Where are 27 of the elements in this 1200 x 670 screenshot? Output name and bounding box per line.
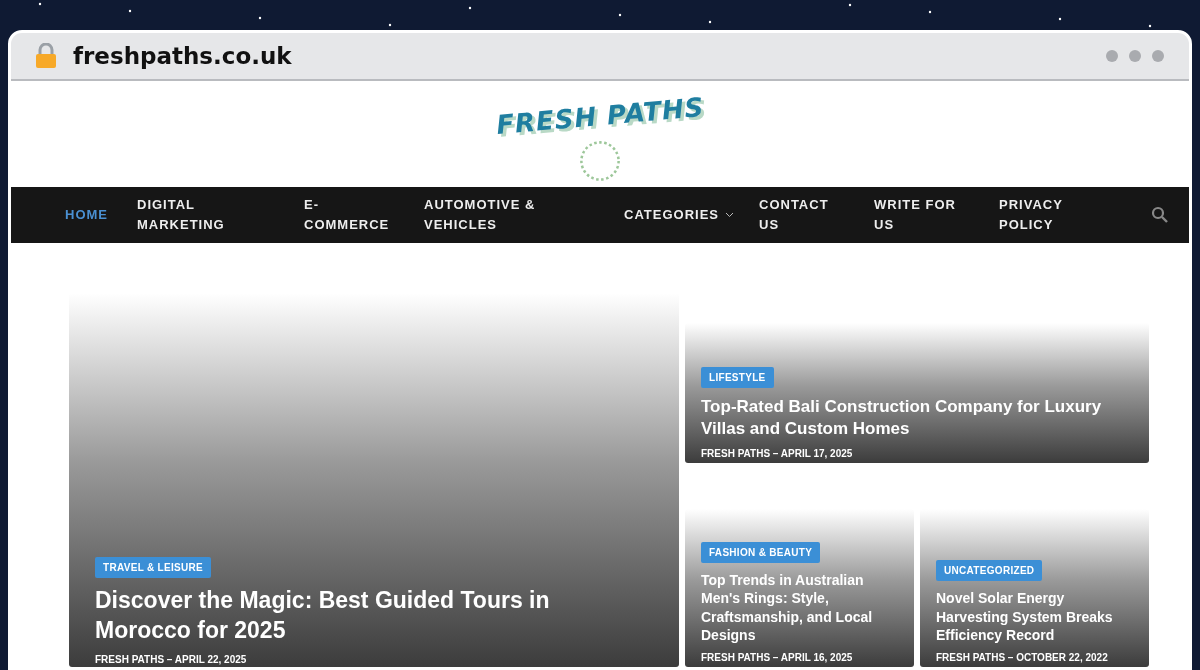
nav-link[interactable]: HOME (65, 205, 137, 225)
post-meta: FRESH PATHS – APRIL 17, 2025 (701, 448, 854, 459)
nav-link[interactable]: CONTACT US (759, 195, 874, 235)
post-card[interactable]: UNCATEGORIZED Novel Solar Energy Harvesting System Breaks Efficiency Record FRESH PATHS – OCTOBER 22, 2022 (920, 509, 1149, 667)
chevron-down-icon (725, 212, 734, 218)
nav-link[interactable]: E-COMMERCE (304, 195, 424, 235)
nav-link[interactable]: DIGITAL MARKETING (137, 195, 304, 235)
nav-link[interactable]: CATEGORIES (624, 205, 759, 225)
post-meta: FRESH PATHS – APRIL 16, 2025 (701, 652, 854, 663)
post-meta: FRESH PATHS – APRIL 22, 2025 (95, 654, 248, 665)
nav-link[interactable]: WRITE FOR US (874, 195, 999, 235)
post-meta: FRESH PATHS – OCTOBER 22, 2022 (936, 652, 1109, 663)
post-card[interactable]: FASHION & BEAUTY Top Trends in Australian Men's Rings: Style, Craftsmanship, and Local Designs FRESH PATHS – APRIL 16, 2025 (685, 509, 914, 667)
address-bar[interactable]: freshpaths.co.uk (11, 33, 1189, 81)
post-title[interactable]: Top-Rated Bali Construction Company for Luxury Villas and Custom Homes (701, 395, 1135, 440)
wreath-icon (578, 139, 622, 183)
post-title[interactable]: Top Trends in Australian Men's Rings: Style, Craftsmanship, and Local Designs (701, 571, 900, 644)
url-text: freshpaths.co.uk (73, 43, 292, 69)
post-title[interactable]: Novel Solar Energy Harvesting System Breaks Efficiency Record (936, 589, 1135, 644)
site-logo[interactable]: FRESH PATHS (494, 91, 706, 141)
nav-link[interactable]: PRIVACY POLICY (999, 195, 1119, 235)
nav-link[interactable]: AUTOMOTIVE & VEHICLES (424, 195, 624, 235)
post-title[interactable]: Discover the Magic: Best Guided Tours in Morocco for 2025 (95, 586, 589, 646)
padlock-icon (35, 43, 57, 69)
window-dots-icon (1105, 49, 1165, 63)
post-card[interactable]: LIFESTYLE Top-Rated Bali Construction Company for Luxury Villas and Custom Homes FRESH PATHS – APRIL 17, 2025 (685, 323, 1149, 463)
search-icon[interactable] (1151, 206, 1169, 224)
